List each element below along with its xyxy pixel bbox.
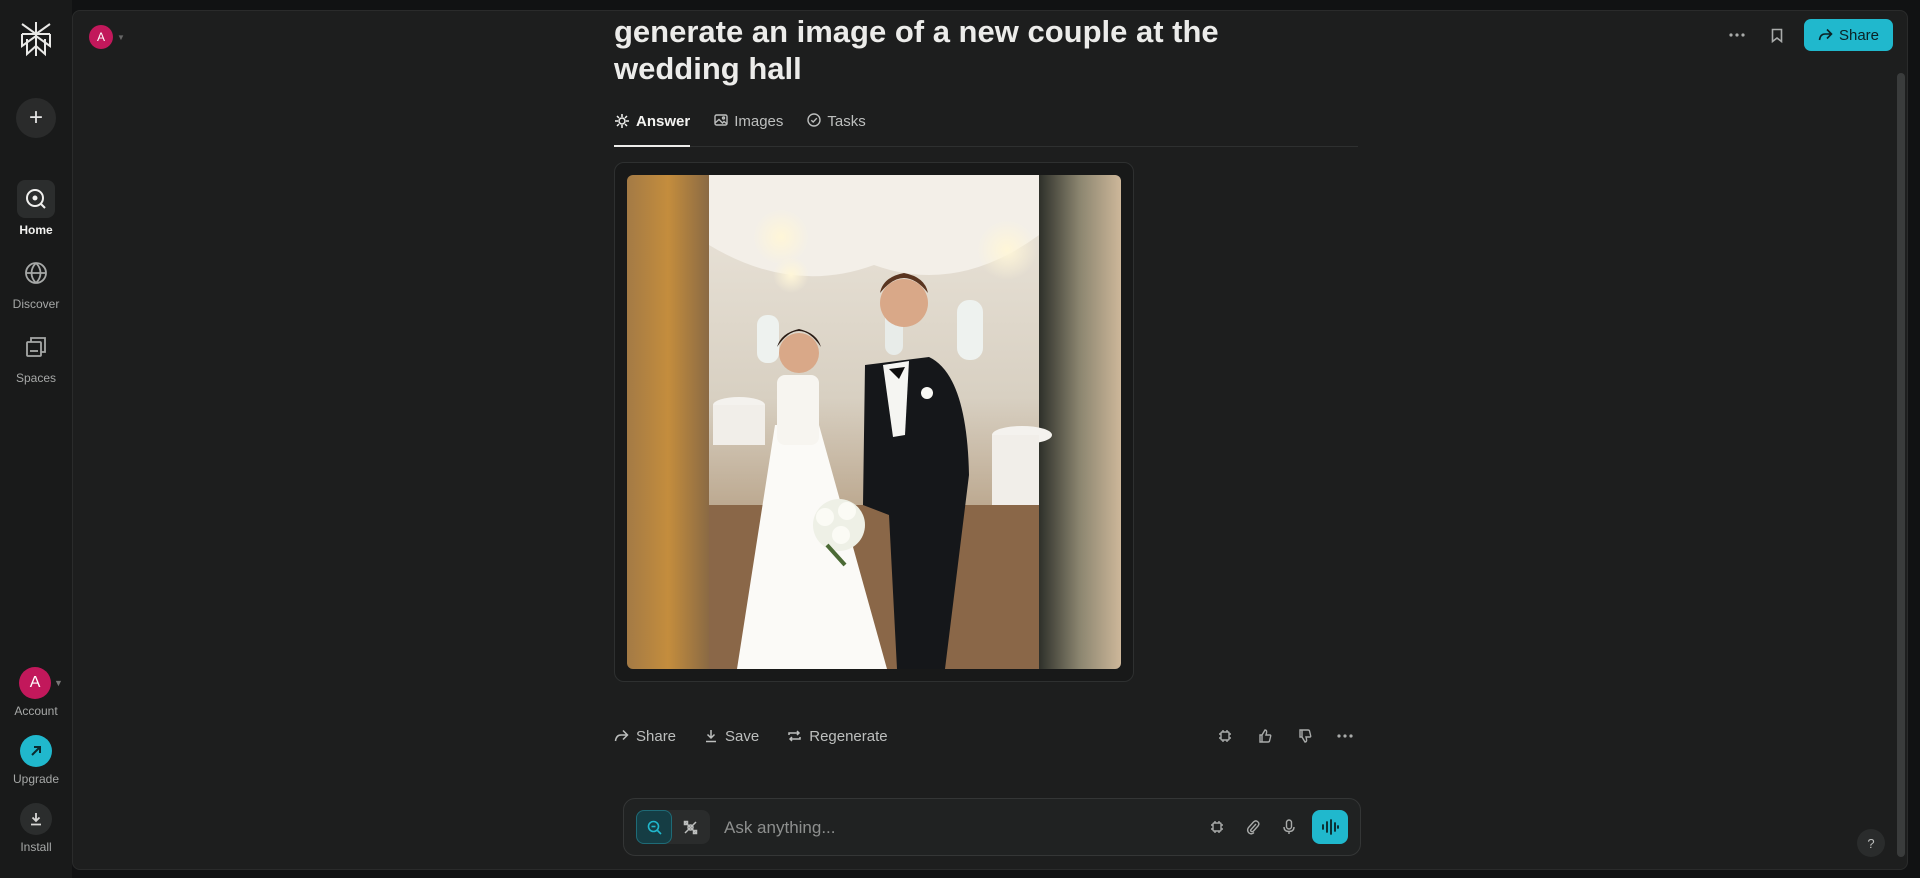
thread-tabs: Answer Images Tasks bbox=[614, 107, 1358, 147]
waveform-icon bbox=[1322, 819, 1339, 835]
repeat-icon bbox=[788, 730, 801, 742]
perplexity-logo[interactable] bbox=[18, 20, 54, 58]
sidebar-item-label: Spaces bbox=[15, 371, 57, 385]
install-button[interactable]: Install bbox=[0, 803, 72, 854]
answer-actions: Share Save Regenerate bbox=[614, 723, 1358, 749]
help-button[interactable]: ? bbox=[1857, 829, 1885, 857]
generated-image[interactable] bbox=[627, 175, 1121, 669]
plus-icon: + bbox=[28, 104, 43, 131]
header-actions: Share bbox=[1724, 19, 1893, 51]
main-panel: A ▼ Share generate an image of a new cou… bbox=[72, 10, 1908, 870]
microphone-icon[interactable] bbox=[1276, 814, 1302, 840]
feedback-group bbox=[1212, 723, 1358, 749]
share-icon bbox=[1818, 28, 1833, 41]
chip-icon[interactable] bbox=[1204, 814, 1230, 840]
thumbs-down-icon[interactable] bbox=[1292, 723, 1318, 749]
chip-icon[interactable] bbox=[1212, 723, 1238, 749]
download-icon bbox=[706, 730, 717, 743]
globe-icon bbox=[17, 254, 55, 292]
share-label: Share bbox=[636, 727, 677, 745]
save-label: Save bbox=[725, 727, 760, 745]
ask-bar bbox=[623, 798, 1361, 856]
upgrade-label: Upgrade bbox=[12, 772, 60, 786]
new-thread-button[interactable]: + bbox=[16, 98, 56, 138]
share-label: Share bbox=[1838, 26, 1879, 44]
thumbs-up-icon[interactable] bbox=[1252, 723, 1278, 749]
share-button[interactable]: Share bbox=[1803, 19, 1893, 51]
sidebar-item-label: Discover bbox=[12, 297, 60, 311]
thread-title: generate an image of a new couple at the… bbox=[614, 14, 1219, 86]
sidebar-item-home[interactable]: Home bbox=[0, 180, 72, 237]
download-icon bbox=[20, 803, 52, 835]
help-label: ? bbox=[1867, 835, 1875, 851]
chevron-down-icon: ▼ bbox=[117, 32, 125, 42]
more-options-icon[interactable] bbox=[1332, 723, 1358, 749]
tab-label: Tasks bbox=[827, 113, 866, 130]
sidebar-item-label: Home bbox=[19, 223, 53, 237]
arrow-up-right-icon bbox=[20, 735, 52, 767]
account-label: Account bbox=[14, 704, 58, 718]
tab-images[interactable]: Images bbox=[714, 107, 783, 147]
spaces-icon bbox=[17, 328, 55, 366]
avatar: A bbox=[89, 25, 113, 49]
sidebar-item-discover[interactable]: Discover bbox=[0, 254, 72, 311]
save-button[interactable]: Save bbox=[704, 728, 759, 745]
research-mode-button[interactable] bbox=[672, 810, 708, 844]
generated-image-card bbox=[614, 162, 1134, 682]
answer-share-button[interactable]: Share bbox=[614, 728, 676, 745]
search-mode-button[interactable] bbox=[636, 810, 672, 844]
sidebar: + Home Discover Spaces A ▼ Account Upgra… bbox=[0, 0, 72, 878]
image-icon bbox=[714, 114, 728, 126]
regenerate-button[interactable]: Regenerate bbox=[787, 727, 888, 745]
share-icon bbox=[614, 729, 629, 742]
mode-toggle bbox=[636, 810, 710, 844]
check-circle-icon bbox=[807, 113, 822, 127]
paperclip-icon[interactable] bbox=[1240, 814, 1266, 840]
sidebar-item-spaces[interactable]: Spaces bbox=[0, 328, 72, 385]
bookmark-icon[interactable] bbox=[1764, 22, 1790, 48]
profile-switcher[interactable]: A ▼ bbox=[89, 25, 125, 49]
search-circle-icon bbox=[17, 180, 55, 218]
answer-icon bbox=[615, 114, 629, 128]
scrollbar[interactable] bbox=[1897, 73, 1905, 857]
install-label: Install bbox=[20, 840, 52, 854]
tab-label: Images bbox=[734, 113, 784, 130]
chevron-down-icon: ▼ bbox=[54, 678, 63, 688]
tab-answer[interactable]: Answer bbox=[614, 107, 691, 147]
voice-mode-button[interactable] bbox=[1312, 810, 1348, 844]
ask-input[interactable] bbox=[724, 813, 1104, 843]
more-options-icon[interactable] bbox=[1724, 22, 1750, 48]
search-icon bbox=[647, 820, 662, 835]
ask-tools bbox=[1204, 810, 1348, 844]
regenerate-label: Regenerate bbox=[809, 727, 888, 745]
avatar: A bbox=[19, 667, 52, 699]
account-button[interactable]: A ▼ Account bbox=[0, 667, 72, 718]
upgrade-button[interactable]: Upgrade bbox=[0, 735, 72, 786]
tab-tasks[interactable]: Tasks bbox=[807, 107, 866, 147]
tab-label: Answer bbox=[636, 113, 691, 130]
research-icon bbox=[683, 820, 697, 834]
